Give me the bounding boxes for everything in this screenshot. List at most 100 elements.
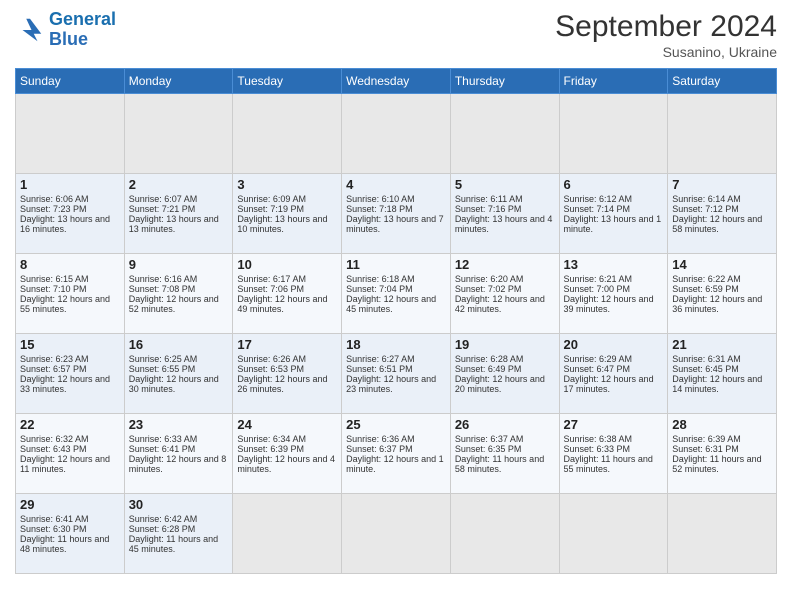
day-number: 17 [237, 337, 337, 352]
daylight-text: Daylight: 12 hours and 11 minutes. [20, 454, 110, 474]
sunrise-text: Sunrise: 6:42 AM [129, 514, 198, 524]
calendar-cell: 10 Sunrise: 6:17 AM Sunset: 7:06 PM Dayl… [233, 254, 342, 334]
daylight-text: Daylight: 12 hours and 17 minutes. [564, 374, 654, 394]
sunset-text: Sunset: 6:39 PM [237, 444, 304, 454]
calendar-cell [124, 94, 233, 174]
daylight-text: Daylight: 12 hours and 39 minutes. [564, 294, 654, 314]
calendar-cell: 14 Sunrise: 6:22 AM Sunset: 6:59 PM Dayl… [668, 254, 777, 334]
daylight-text: Daylight: 12 hours and 55 minutes. [20, 294, 110, 314]
sunset-text: Sunset: 6:47 PM [564, 364, 631, 374]
sunset-text: Sunset: 7:19 PM [237, 204, 304, 214]
calendar-cell: 2 Sunrise: 6:07 AM Sunset: 7:21 PM Dayli… [124, 174, 233, 254]
col-saturday: Saturday [668, 69, 777, 94]
sunrise-text: Sunrise: 6:09 AM [237, 194, 306, 204]
sunrise-text: Sunrise: 6:33 AM [129, 434, 198, 444]
calendar-header-row: Sunday Monday Tuesday Wednesday Thursday… [16, 69, 777, 94]
calendar-cell: 1 Sunrise: 6:06 AM Sunset: 7:23 PM Dayli… [16, 174, 125, 254]
sunset-text: Sunset: 6:30 PM [20, 524, 87, 534]
sunset-text: Sunset: 7:04 PM [346, 284, 413, 294]
sunset-text: Sunset: 6:53 PM [237, 364, 304, 374]
daylight-text: Daylight: 13 hours and 7 minutes. [346, 214, 444, 234]
calendar-cell [450, 94, 559, 174]
sunrise-text: Sunrise: 6:41 AM [20, 514, 89, 524]
calendar-cell: 15 Sunrise: 6:23 AM Sunset: 6:57 PM Dayl… [16, 334, 125, 414]
sunset-text: Sunset: 6:59 PM [672, 284, 739, 294]
sunrise-text: Sunrise: 6:16 AM [129, 274, 198, 284]
calendar-cell [16, 94, 125, 174]
daylight-text: Daylight: 11 hours and 48 minutes. [20, 534, 109, 554]
day-number: 7 [672, 177, 772, 192]
calendar-cell: 7 Sunrise: 6:14 AM Sunset: 7:12 PM Dayli… [668, 174, 777, 254]
calendar-cell: 26 Sunrise: 6:37 AM Sunset: 6:35 PM Dayl… [450, 414, 559, 494]
sunset-text: Sunset: 7:23 PM [20, 204, 87, 214]
logo-line1: General [49, 9, 116, 29]
sunset-text: Sunset: 7:16 PM [455, 204, 522, 214]
calendar-cell: 16 Sunrise: 6:25 AM Sunset: 6:55 PM Dayl… [124, 334, 233, 414]
calendar-cell [342, 94, 451, 174]
col-monday: Monday [124, 69, 233, 94]
sunset-text: Sunset: 7:00 PM [564, 284, 631, 294]
sunset-text: Sunset: 7:12 PM [672, 204, 739, 214]
sunrise-text: Sunrise: 6:11 AM [455, 194, 523, 204]
daylight-text: Daylight: 12 hours and 8 minutes. [129, 454, 227, 474]
calendar-cell [668, 94, 777, 174]
sunset-text: Sunset: 7:06 PM [237, 284, 304, 294]
daylight-text: Daylight: 13 hours and 13 minutes. [129, 214, 219, 234]
title-block: September 2024 Susanino, Ukraine [555, 10, 777, 60]
sunset-text: Sunset: 6:33 PM [564, 444, 631, 454]
sunset-text: Sunset: 6:28 PM [129, 524, 196, 534]
day-number: 1 [20, 177, 120, 192]
daylight-text: Daylight: 12 hours and 36 minutes. [672, 294, 762, 314]
daylight-text: Daylight: 12 hours and 52 minutes. [129, 294, 219, 314]
calendar-table: Sunday Monday Tuesday Wednesday Thursday… [15, 68, 777, 574]
sunrise-text: Sunrise: 6:07 AM [129, 194, 198, 204]
daylight-text: Daylight: 12 hours and 26 minutes. [237, 374, 327, 394]
day-number: 28 [672, 417, 772, 432]
sunrise-text: Sunrise: 6:32 AM [20, 434, 89, 444]
daylight-text: Daylight: 12 hours and 33 minutes. [20, 374, 110, 394]
calendar-cell: 12 Sunrise: 6:20 AM Sunset: 7:02 PM Dayl… [450, 254, 559, 334]
sunset-text: Sunset: 7:21 PM [129, 204, 196, 214]
sunrise-text: Sunrise: 6:15 AM [20, 274, 89, 284]
sunset-text: Sunset: 7:08 PM [129, 284, 196, 294]
day-number: 26 [455, 417, 555, 432]
sunrise-text: Sunrise: 6:20 AM [455, 274, 524, 284]
daylight-text: Daylight: 12 hours and 49 minutes. [237, 294, 327, 314]
calendar-cell: 17 Sunrise: 6:26 AM Sunset: 6:53 PM Dayl… [233, 334, 342, 414]
calendar-cell: 18 Sunrise: 6:27 AM Sunset: 6:51 PM Dayl… [342, 334, 451, 414]
calendar-cell [559, 94, 668, 174]
sunrise-text: Sunrise: 6:38 AM [564, 434, 633, 444]
logo: General Blue [15, 10, 116, 50]
sunset-text: Sunset: 7:14 PM [564, 204, 631, 214]
sunrise-text: Sunrise: 6:31 AM [672, 354, 741, 364]
daylight-text: Daylight: 12 hours and 1 minute. [346, 454, 444, 474]
day-number: 6 [564, 177, 664, 192]
sunrise-text: Sunrise: 6:27 AM [346, 354, 415, 364]
day-number: 9 [129, 257, 229, 272]
day-number: 11 [346, 257, 446, 272]
day-number: 12 [455, 257, 555, 272]
sunrise-text: Sunrise: 6:10 AM [346, 194, 415, 204]
calendar-cell: 24 Sunrise: 6:34 AM Sunset: 6:39 PM Dayl… [233, 414, 342, 494]
day-number: 25 [346, 417, 446, 432]
day-number: 15 [20, 337, 120, 352]
sunset-text: Sunset: 7:18 PM [346, 204, 413, 214]
day-number: 16 [129, 337, 229, 352]
day-number: 29 [20, 497, 120, 512]
daylight-text: Daylight: 12 hours and 45 minutes. [346, 294, 436, 314]
col-sunday: Sunday [16, 69, 125, 94]
day-number: 3 [237, 177, 337, 192]
sunrise-text: Sunrise: 6:36 AM [346, 434, 415, 444]
daylight-text: Daylight: 11 hours and 45 minutes. [129, 534, 218, 554]
sunrise-text: Sunrise: 6:18 AM [346, 274, 415, 284]
sunrise-text: Sunrise: 6:06 AM [20, 194, 89, 204]
calendar-cell: 28 Sunrise: 6:39 AM Sunset: 6:31 PM Dayl… [668, 414, 777, 494]
day-number: 8 [20, 257, 120, 272]
sunrise-text: Sunrise: 6:22 AM [672, 274, 741, 284]
calendar-cell: 8 Sunrise: 6:15 AM Sunset: 7:10 PM Dayli… [16, 254, 125, 334]
day-number: 14 [672, 257, 772, 272]
daylight-text: Daylight: 11 hours and 58 minutes. [455, 454, 544, 474]
day-number: 24 [237, 417, 337, 432]
sunrise-text: Sunrise: 6:26 AM [237, 354, 306, 364]
calendar-cell: 29 Sunrise: 6:41 AM Sunset: 6:30 PM Dayl… [16, 494, 125, 574]
